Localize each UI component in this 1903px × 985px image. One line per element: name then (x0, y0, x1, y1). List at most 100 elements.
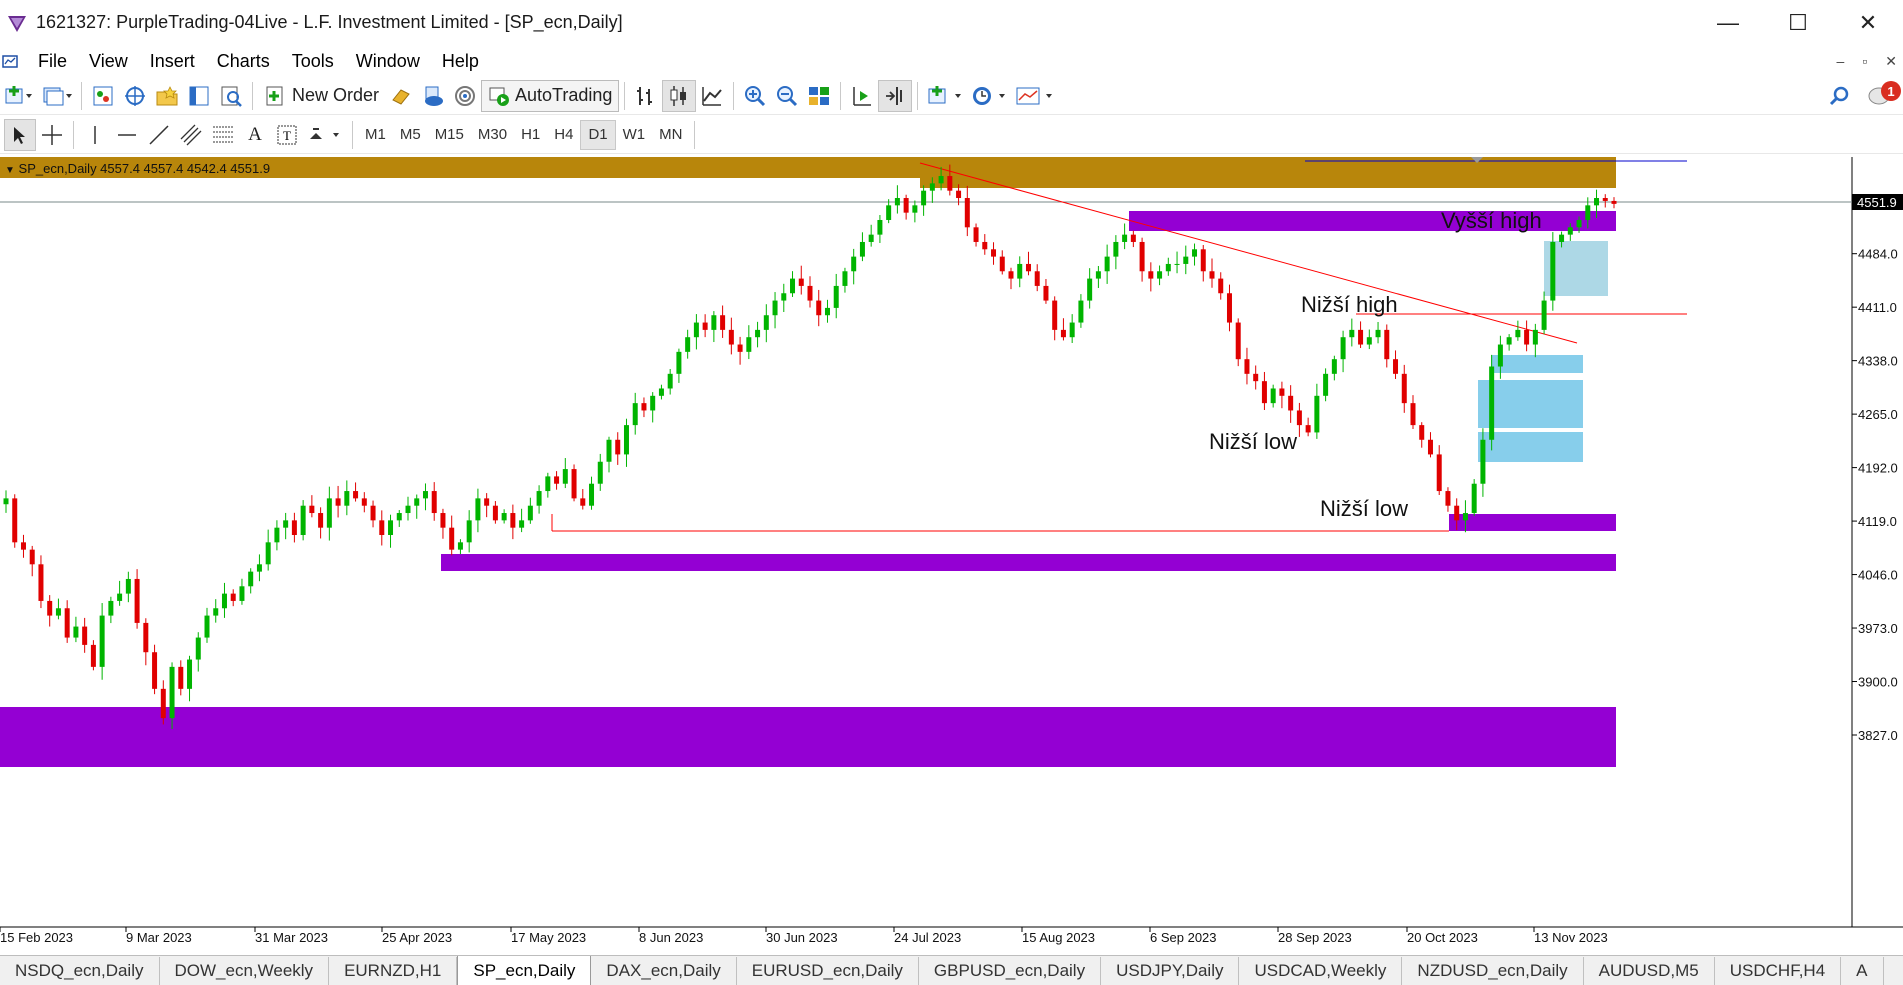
fibonacci-tool[interactable] (207, 119, 239, 151)
bear-candle[interactable] (492, 505, 498, 521)
bear-candle[interactable] (379, 520, 385, 536)
bear-candle[interactable] (816, 300, 822, 316)
bull-candle[interactable] (1366, 337, 1372, 345)
bull-candle[interactable] (1078, 300, 1084, 323)
bull-candle[interactable] (1113, 241, 1119, 257)
bear-candle[interactable] (1148, 271, 1154, 279)
bear-candle[interactable] (947, 176, 953, 191)
bear-candle[interactable] (1296, 410, 1302, 426)
bull-candle[interactable] (117, 593, 123, 601)
bear-candle[interactable] (1130, 234, 1136, 242)
bear-candle[interactable] (807, 285, 813, 301)
zoom-out-icon[interactable] (771, 80, 803, 112)
terminal-icon[interactable] (183, 80, 215, 112)
bull-candle[interactable] (1532, 329, 1538, 345)
bear-candle[interactable] (309, 505, 315, 514)
tab-overflow[interactable]: A (1841, 957, 1884, 985)
close-button[interactable]: ✕ (1833, 0, 1903, 45)
bear-candle[interactable] (1200, 249, 1206, 272)
bull-candle[interactable] (1480, 439, 1486, 484)
bear-candle[interactable] (1060, 329, 1066, 338)
bear-candle[interactable] (1454, 505, 1460, 521)
tab-sp-daily[interactable]: SP_ecn,Daily (457, 956, 592, 985)
bull-candle[interactable] (326, 498, 332, 528)
text-tool[interactable]: A (239, 119, 271, 151)
bull-candle[interactable] (283, 520, 289, 528)
minimize-button[interactable]: — (1693, 0, 1763, 45)
timeframe-h4[interactable]: H4 (547, 120, 580, 150)
bull-candle[interactable] (344, 491, 350, 506)
bear-candle[interactable] (1244, 359, 1250, 374)
timeframe-w1[interactable]: W1 (616, 120, 653, 150)
bear-candle[interactable] (1358, 329, 1364, 345)
bear-candle[interactable] (615, 439, 621, 455)
bull-candle[interactable] (187, 659, 193, 689)
indicators-button[interactable] (923, 80, 967, 112)
collapse-triangle-icon[interactable]: ▼ (5, 165, 15, 176)
bear-candle[interactable] (90, 644, 96, 667)
bear-candle[interactable] (1034, 271, 1040, 286)
bear-candle[interactable] (449, 527, 455, 550)
bear-candle[interactable] (1305, 425, 1311, 433)
bear-candle[interactable] (38, 564, 44, 601)
strategy-tester-icon[interactable] (215, 80, 247, 112)
bull-candle[interactable] (1559, 234, 1565, 242)
menu-charts[interactable]: Charts (206, 51, 281, 72)
bear-candle[interactable] (1393, 359, 1399, 374)
bear-candle[interactable] (47, 600, 53, 616)
data-window-icon[interactable] (119, 80, 151, 112)
bear-candle[interactable] (1253, 373, 1259, 382)
bear-candle[interactable] (12, 498, 18, 543)
profiles-button[interactable] (38, 80, 76, 112)
templates-button[interactable] (1011, 80, 1059, 112)
bull-candle[interactable] (667, 373, 673, 389)
new-chart-button[interactable] (0, 80, 38, 112)
bear-candle[interactable] (1279, 388, 1285, 396)
bear-candle[interactable] (580, 498, 586, 506)
bull-candle[interactable] (781, 293, 787, 301)
bear-candle[interactable] (361, 498, 367, 506)
bull-candle[interactable] (1087, 278, 1093, 301)
bull-candle[interactable] (1323, 373, 1329, 396)
bull-candle[interactable] (1506, 337, 1512, 345)
bull-candle[interactable] (1585, 205, 1591, 220)
market-watch-icon[interactable] (87, 80, 119, 112)
bear-candle[interactable] (353, 491, 359, 499)
navigator-icon[interactable] (151, 80, 183, 112)
menu-window[interactable]: Window (345, 51, 431, 72)
chart-window[interactable]: Vyšší high Nižší high Nižší low Nižší lo… (0, 157, 1903, 955)
bear-candle[interactable] (1209, 271, 1215, 279)
bull-candle[interactable] (711, 315, 717, 330)
menu-file[interactable]: File (38, 51, 78, 72)
bull-candle[interactable] (388, 520, 394, 536)
bull-candle[interactable] (256, 564, 262, 572)
tab-usdjpy-daily[interactable]: USDJPY,Daily (1101, 957, 1240, 985)
bull-candle[interactable] (519, 520, 525, 528)
bear-candle[interactable] (1419, 425, 1425, 440)
bull-candle[interactable] (466, 520, 472, 543)
bull-candle[interactable] (125, 578, 131, 594)
bull-candle[interactable] (755, 329, 761, 338)
arrows-tool[interactable] (303, 119, 347, 151)
bull-candle[interactable] (842, 271, 848, 286)
cloud-signals-icon[interactable] (417, 80, 449, 112)
bull-candle[interactable] (1270, 388, 1276, 404)
bear-candle[interactable] (1139, 241, 1145, 272)
bull-candle[interactable] (396, 513, 402, 521)
bull-candle[interactable] (1375, 329, 1381, 338)
bear-candle[interactable] (973, 227, 979, 242)
periods-button[interactable] (967, 80, 1011, 112)
bear-candle[interactable] (318, 513, 324, 528)
bull-candle[interactable] (1104, 256, 1110, 272)
bull-candle[interactable] (833, 285, 839, 308)
bull-candle[interactable] (1340, 337, 1346, 360)
autoscroll-icon[interactable] (846, 80, 878, 112)
bear-candle[interactable] (1226, 293, 1232, 323)
bull-candle[interactable] (790, 278, 796, 294)
bull-candle[interactable] (108, 600, 114, 616)
bear-candle[interactable] (571, 469, 577, 499)
bull-candle[interactable] (1462, 513, 1468, 521)
bear-candle[interactable] (982, 241, 988, 250)
bear-candle[interactable] (1401, 373, 1407, 404)
search-icon[interactable] (1829, 85, 1851, 107)
